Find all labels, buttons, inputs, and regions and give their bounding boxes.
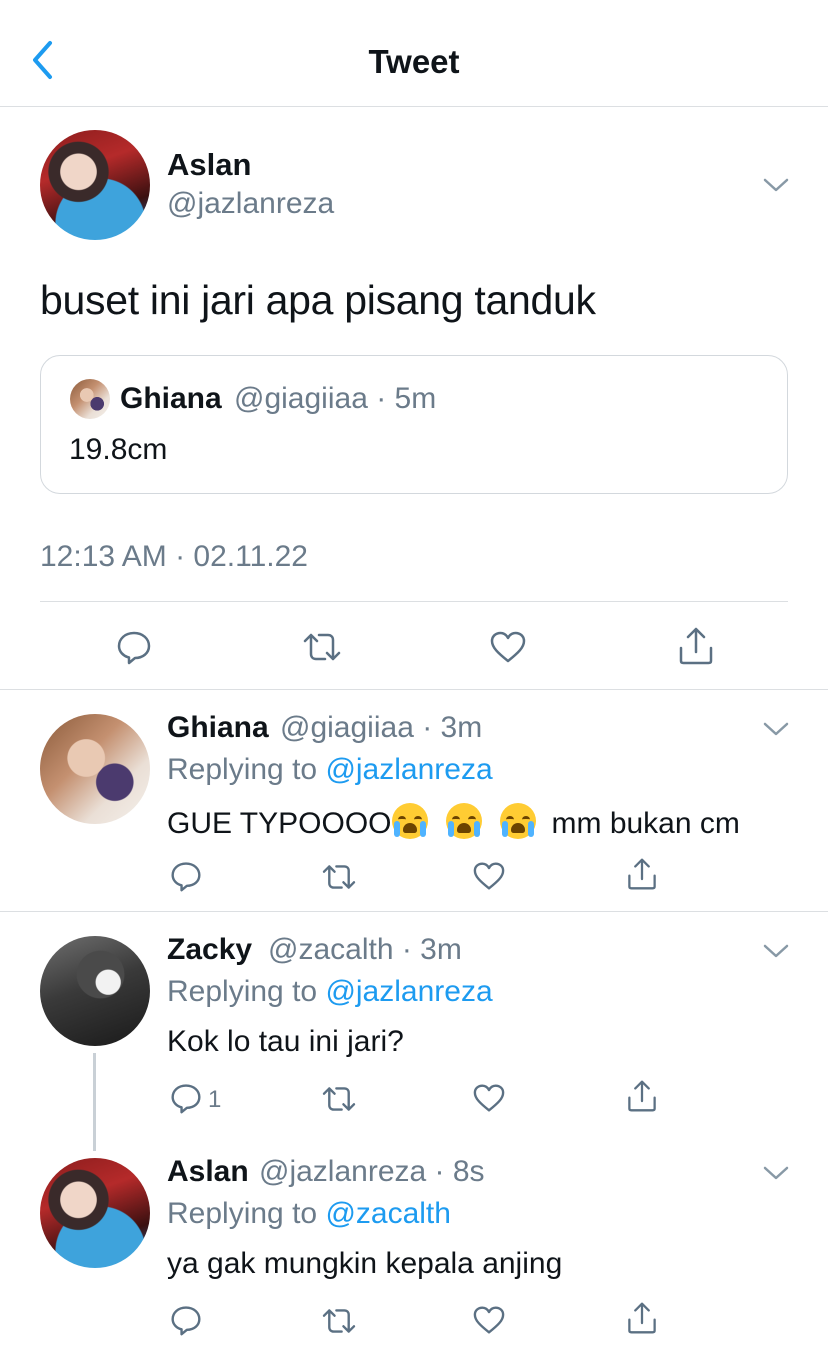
retweet-button[interactable] bbox=[319, 860, 359, 894]
reply-text-part: mm bukan cm bbox=[551, 807, 740, 840]
reply-text: Kok lo tau ini jari? bbox=[167, 1025, 404, 1058]
divider bbox=[40, 601, 788, 602]
crying-face-icon bbox=[391, 803, 428, 839]
reply-button[interactable] bbox=[168, 858, 204, 894]
reply-icon bbox=[170, 1304, 202, 1336]
quoted-tweet[interactable]: Ghiana @giagiiaa · 5m 19.8cm bbox=[40, 355, 788, 494]
heart-icon bbox=[472, 861, 506, 891]
replying-to-label: Replying to bbox=[167, 753, 326, 786]
reply-text: GUE TYPOOOO mm bukan cm bbox=[167, 803, 740, 841]
chevron-down-icon bbox=[762, 722, 790, 742]
avatar[interactable] bbox=[40, 130, 150, 240]
replying-to: Replying to @zacalth bbox=[167, 1197, 451, 1231]
quoted-author-meta: @giagiiaa · 5m bbox=[234, 382, 437, 415]
more-options-button[interactable] bbox=[762, 720, 790, 738]
thread-connector bbox=[93, 1053, 96, 1151]
heart-icon bbox=[472, 1305, 506, 1335]
retweet-button[interactable] bbox=[319, 1304, 359, 1338]
replying-to: Replying to @jazlanreza bbox=[167, 753, 493, 787]
crying-face-icon bbox=[499, 803, 536, 839]
chevron-down-icon bbox=[762, 1166, 790, 1186]
retweet-icon bbox=[301, 630, 343, 664]
reply-button[interactable] bbox=[168, 1080, 204, 1116]
retweet-icon bbox=[320, 1306, 358, 1336]
reply-icon bbox=[170, 860, 202, 892]
reply-author-name[interactable]: Aslan bbox=[167, 1155, 249, 1189]
more-options-button[interactable] bbox=[762, 942, 790, 960]
retweet-button[interactable] bbox=[300, 627, 344, 667]
replying-to-link[interactable]: @jazlanreza bbox=[325, 753, 492, 786]
reply-author-meta: @jazlanreza · 8s bbox=[259, 1155, 485, 1188]
replying-to: Replying to @jazlanreza bbox=[167, 975, 493, 1009]
replying-to-link[interactable]: @zacalth bbox=[325, 1197, 451, 1230]
reply-author-name[interactable]: Ghiana bbox=[167, 711, 269, 745]
like-button[interactable] bbox=[471, 1303, 507, 1337]
author-handle[interactable]: @jazlanreza bbox=[167, 187, 334, 221]
reply-icon bbox=[116, 629, 152, 665]
like-button[interactable] bbox=[471, 1081, 507, 1115]
retweet-icon bbox=[320, 862, 358, 892]
share-button[interactable] bbox=[624, 1078, 660, 1114]
divider bbox=[0, 689, 828, 690]
share-icon bbox=[626, 857, 658, 891]
top-bar: Tweet bbox=[0, 0, 828, 107]
quoted-author-name: Ghiana bbox=[120, 382, 222, 415]
heart-icon bbox=[472, 1083, 506, 1113]
quoted-tweet-text: 19.8cm bbox=[69, 433, 168, 466]
reply-author-name[interactable]: Zacky bbox=[167, 933, 252, 967]
share-button[interactable] bbox=[624, 856, 660, 892]
replying-to-label: Replying to bbox=[167, 975, 326, 1008]
heart-icon bbox=[489, 630, 527, 664]
reply-text-part: GUE TYPOOOO bbox=[167, 807, 392, 840]
like-button[interactable] bbox=[471, 859, 507, 893]
crying-face-icon bbox=[445, 803, 482, 839]
reply-author-meta: @giagiiaa · 3m bbox=[280, 711, 483, 744]
retweet-button[interactable] bbox=[319, 1082, 359, 1116]
share-icon bbox=[626, 1079, 658, 1113]
reply-icon bbox=[170, 1082, 202, 1114]
quoted-avatar bbox=[70, 379, 110, 419]
avatar[interactable] bbox=[40, 936, 150, 1046]
divider bbox=[0, 911, 828, 912]
reply-button[interactable] bbox=[114, 627, 154, 667]
avatar[interactable] bbox=[40, 714, 150, 824]
reply-button[interactable] bbox=[168, 1302, 204, 1338]
author-name[interactable]: Aslan bbox=[167, 147, 251, 183]
share-icon bbox=[626, 1301, 658, 1335]
share-icon bbox=[677, 626, 715, 666]
share-button[interactable] bbox=[676, 625, 716, 667]
more-options-button[interactable] bbox=[762, 176, 790, 194]
avatar[interactable] bbox=[40, 1158, 150, 1268]
like-button[interactable] bbox=[487, 627, 529, 667]
more-options-button[interactable] bbox=[762, 1164, 790, 1182]
chevron-down-icon bbox=[762, 178, 790, 198]
retweet-icon bbox=[320, 1084, 358, 1114]
tweet-timestamp: 12:13 AM · 02.11.22 bbox=[40, 540, 308, 573]
page-title: Tweet bbox=[368, 43, 460, 80]
reply-author-meta: @zacalth · 3m bbox=[268, 933, 462, 966]
chevron-down-icon bbox=[762, 944, 790, 964]
reply-text: ya gak mungkin kepala anjing bbox=[167, 1247, 563, 1280]
tweet-text: buset ini jari apa pisang tanduk bbox=[40, 277, 596, 323]
share-button[interactable] bbox=[624, 1300, 660, 1336]
replying-to-label: Replying to bbox=[167, 1197, 326, 1230]
reply-count: 1 bbox=[208, 1086, 222, 1113]
replying-to-link[interactable]: @jazlanreza bbox=[325, 975, 492, 1008]
